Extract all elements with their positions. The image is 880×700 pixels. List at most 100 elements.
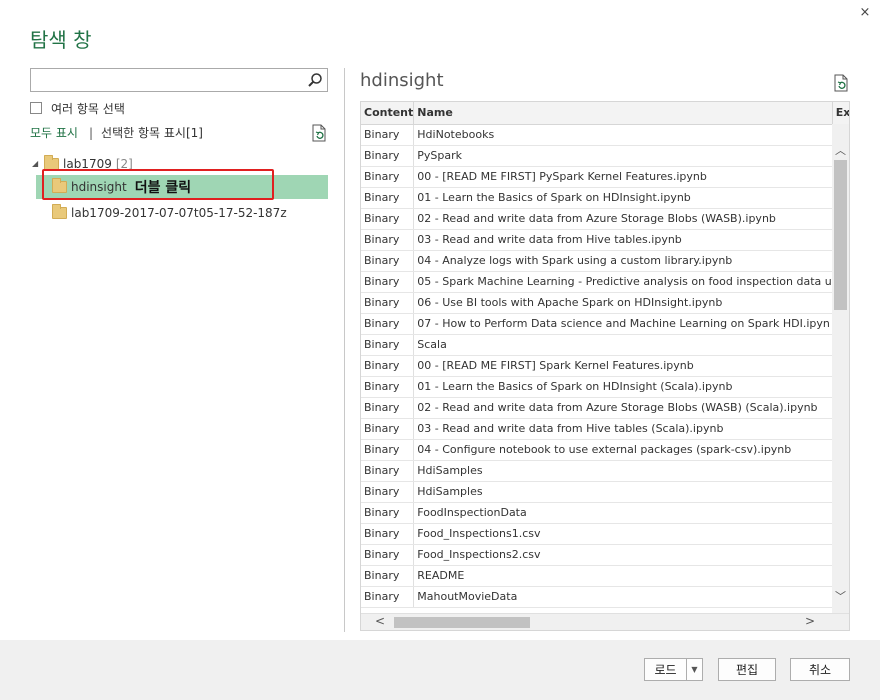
view-filter-row: 모두 표시 | 선택한 항목 표시[1]	[30, 124, 203, 141]
table-row[interactable]: BinaryFood_Inspections1.csv.csv	[361, 523, 849, 545]
table-row[interactable]: Binary 00 - [READ ME FIRST] Spark Kernel …	[361, 355, 849, 377]
scroll-right-icon[interactable]: >	[805, 614, 815, 628]
cell-name: FoodInspectionData	[413, 502, 833, 524]
scroll-left-icon[interactable]: <	[375, 614, 385, 628]
table-row[interactable]: Binary 03 - Read and write data from Hive…	[361, 229, 849, 251]
tree-node-hdinsight[interactable]: hdinsight 더블 클릭	[36, 175, 328, 199]
preview-title: hdinsight	[360, 70, 444, 91]
load-button[interactable]: 로드	[644, 658, 686, 681]
load-dropdown-chevron-icon[interactable]: ▼	[686, 658, 703, 681]
tree-node-lab1709-2017[interactable]: lab1709-2017-07-07t05-17-52-187z	[52, 201, 287, 225]
cell-content[interactable]: Binary	[361, 523, 415, 545]
tree-node-lab1709[interactable]: ◢ lab1709 [2]	[32, 152, 133, 176]
tree-node-label: lab1709-2017-07-07t05-17-52-187z	[71, 206, 287, 220]
table-row[interactable]: Binary 01 - Learn the Basics of Spark on …	[361, 187, 849, 209]
cell-name: 01 - Learn the Basics of Spark on HDInsi…	[413, 376, 833, 398]
search-input[interactable]	[31, 69, 301, 91]
cell-content[interactable]: Binary	[361, 586, 415, 608]
dialog-title: 탐색 창	[30, 28, 92, 52]
cell-content[interactable]: Binary	[361, 166, 415, 188]
cell-name: Food_Inspections2.csv	[413, 544, 833, 566]
refresh-icon[interactable]	[311, 124, 327, 142]
table-row[interactable]: Binary 04 - Configure notebook to use ext…	[361, 439, 849, 461]
cell-content[interactable]: Binary	[361, 292, 415, 314]
cell-content[interactable]: Binary	[361, 439, 415, 461]
table-row[interactable]: Binary PySpark	[361, 145, 849, 167]
column-header-content[interactable]: Content	[361, 102, 415, 125]
vertical-scrollbar[interactable]: ︿ ﹀	[832, 124, 849, 614]
expand-triangle-icon[interactable]: ◢	[32, 159, 42, 169]
table-row[interactable]: Binary 06 - Use BI tools with Apache Spar…	[361, 292, 849, 314]
cell-content[interactable]: Binary	[361, 208, 415, 230]
scroll-up-icon[interactable]: ︿	[835, 142, 846, 158]
folder-icon	[52, 178, 67, 193]
edit-button[interactable]: 편집	[718, 658, 776, 681]
cell-content[interactable]: Binary	[361, 334, 415, 356]
cell-content[interactable]: Binary	[361, 376, 415, 398]
search-icon[interactable]	[307, 72, 323, 88]
multi-select-option[interactable]: 여러 항목 선택	[30, 100, 125, 116]
scroll-down-icon[interactable]: ﹀	[835, 588, 846, 604]
pane-divider[interactable]	[344, 68, 345, 632]
column-header-extension[interactable]: Extension	[832, 102, 849, 125]
view-selected-link[interactable]: 선택한 항목 표시[1]	[101, 124, 203, 141]
cell-content[interactable]: Binary	[361, 271, 415, 293]
cell-name: HdiSamples	[413, 460, 833, 482]
cell-content[interactable]: Binary	[361, 418, 415, 440]
cell-content[interactable]: Binary	[361, 355, 415, 377]
view-all-link[interactable]: 모두 표시	[30, 124, 78, 141]
table-row[interactable]: Binary HdiSamples	[361, 481, 849, 503]
preview-table: Content Name Extension BinaryHdiNotebook…	[361, 102, 849, 608]
table-row[interactable]: BinaryFood_Inspections2.csv.csv	[361, 544, 849, 566]
table-row[interactable]: Binary 04 - Analyze logs with Spark using…	[361, 250, 849, 272]
table-row[interactable]: Binary 01 - Learn the Basics of Spark on …	[361, 376, 849, 398]
horizontal-scrollbar[interactable]: < >	[361, 613, 849, 630]
search-box[interactable]	[30, 68, 328, 92]
vertical-scroll-thumb[interactable]	[834, 160, 847, 310]
multi-select-label: 여러 항목 선택	[51, 101, 125, 116]
cell-content[interactable]: Binary	[361, 397, 415, 419]
cell-name: 06 - Use BI tools with Apache Spark on H…	[413, 292, 833, 314]
cell-name: 00 - [READ ME FIRST] Spark Kernel Featur…	[413, 355, 833, 377]
cell-content[interactable]: Binary	[361, 481, 415, 503]
cell-name: HdiNotebooks	[413, 124, 833, 146]
cancel-button[interactable]: 취소	[790, 658, 850, 681]
cell-content[interactable]: Binary	[361, 565, 415, 587]
cell-content[interactable]: Binary	[361, 502, 415, 524]
table-row[interactable]: Binary 07 - How to Perform Data science a…	[361, 313, 849, 335]
tree-node-count: [2]	[115, 157, 133, 171]
table-row[interactable]: Binary FoodInspectionData	[361, 502, 849, 524]
cell-name: 04 - Configure notebook to use external …	[413, 439, 833, 461]
cell-name: Scala	[413, 334, 833, 356]
cell-content[interactable]: Binary	[361, 187, 415, 209]
table-row[interactable]: Binary 05 - Spark Machine Learning - Pred…	[361, 271, 849, 293]
cell-content[interactable]: Binary	[361, 124, 415, 146]
table-row[interactable]: Binary 03 - Read and write data from Hive…	[361, 418, 849, 440]
cell-content[interactable]: Binary	[361, 229, 415, 251]
close-button[interactable]: ×	[858, 6, 872, 20]
table-row[interactable]: Binary MahoutMovieData	[361, 586, 849, 608]
cell-name: 01 - Learn the Basics of Spark on HDInsi…	[413, 187, 833, 209]
view-separator: |	[88, 125, 94, 140]
cell-content[interactable]: Binary	[361, 313, 415, 335]
cell-content[interactable]: Binary	[361, 250, 415, 272]
cell-name: Food_Inspections1.csv	[413, 523, 833, 545]
table-row[interactable]: Binary 00 - [READ ME FIRST] PySpark Kerne…	[361, 166, 849, 188]
refresh-icon[interactable]	[833, 74, 849, 92]
double-click-annotation: 더블 클릭	[134, 180, 192, 196]
multi-select-checkbox[interactable]	[30, 102, 42, 114]
table-row[interactable]: Binary Scala	[361, 334, 849, 356]
cell-name: 03 - Read and write data from Hive table…	[413, 418, 833, 440]
table-row[interactable]: Binary 02 - Read and write data from Azur…	[361, 208, 849, 230]
cell-content[interactable]: Binary	[361, 544, 415, 566]
table-row[interactable]: Binary HdiNotebooks	[361, 124, 849, 146]
preview-grid: Content Name Extension BinaryHdiNotebook…	[360, 101, 850, 631]
cell-name: PySpark	[413, 145, 833, 167]
table-row[interactable]: Binary README	[361, 565, 849, 587]
table-row[interactable]: Binary 02 - Read and write data from Azur…	[361, 397, 849, 419]
column-header-name[interactable]: Name	[413, 102, 833, 125]
table-row[interactable]: Binary HdiSamples	[361, 460, 849, 482]
horizontal-scroll-thumb[interactable]	[394, 617, 530, 628]
cell-content[interactable]: Binary	[361, 460, 415, 482]
cell-content[interactable]: Binary	[361, 145, 415, 167]
